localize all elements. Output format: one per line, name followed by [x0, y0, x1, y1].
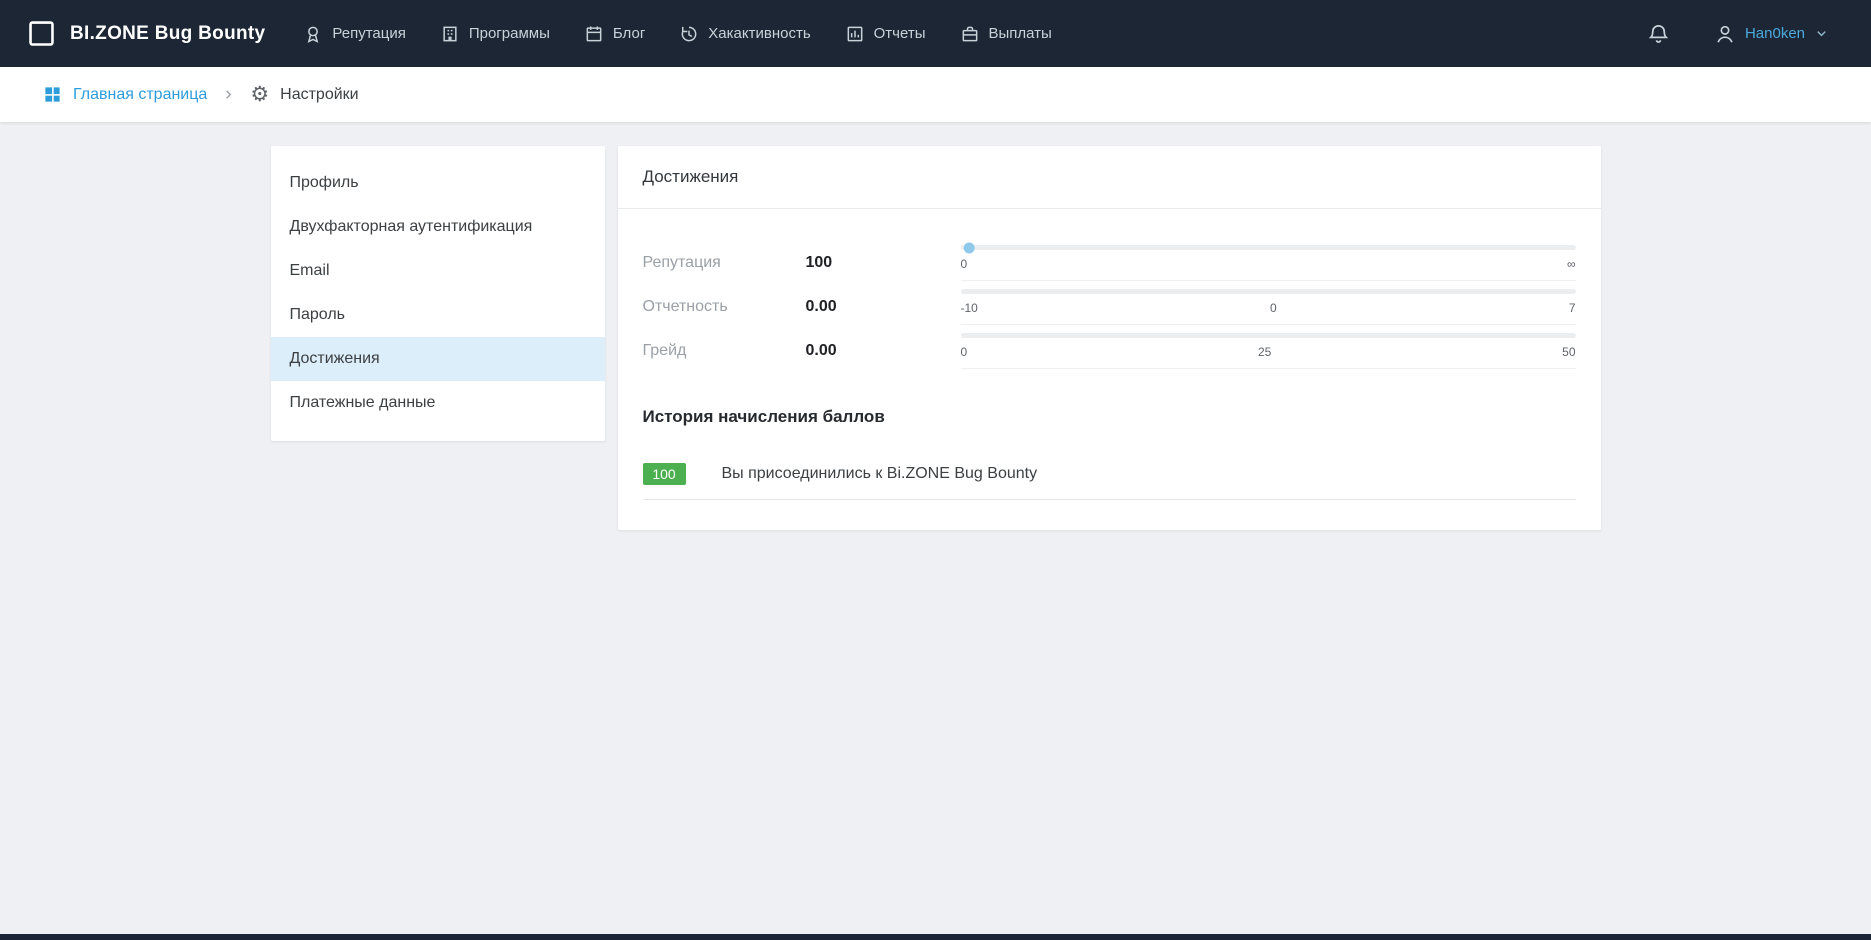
activity-icon — [679, 24, 699, 44]
reports-icon — [845, 24, 865, 44]
history-title: История начисления баллов — [643, 407, 1576, 427]
breadcrumb-home-label: Главная страница — [73, 86, 207, 104]
tick-mid: 0 — [1270, 301, 1277, 315]
scale-ticks: -10 0 7 — [961, 301, 1576, 315]
sidebar-item-profile[interactable]: Профиль — [271, 161, 605, 205]
chevron-down-icon — [1814, 26, 1829, 41]
nav-item-payouts[interactable]: Выплаты — [960, 24, 1052, 44]
reputation-scale: 0 ∞ — [961, 245, 1576, 281]
user-menu[interactable]: Han0ken — [1714, 23, 1829, 45]
programs-icon — [440, 24, 460, 44]
reporting-scale: -10 0 7 — [961, 289, 1576, 325]
username: Han0ken — [1745, 25, 1805, 42]
reputation-icon — [303, 24, 323, 44]
breadcrumb-current-label: Настройки — [280, 86, 358, 104]
nav-item-blog[interactable]: Блог — [584, 24, 645, 44]
tick-min: 0 — [961, 257, 968, 271]
breadcrumb-separator-icon — [223, 89, 234, 100]
metric-label: Отчетность — [643, 298, 806, 316]
sidebar-item-payment-data[interactable]: Платежные данные — [271, 381, 605, 425]
nav-item-label: Выплаты — [989, 25, 1052, 42]
footer-strip — [0, 934, 1871, 940]
metric-row-reputation: Репутация 100 0 ∞ — [643, 243, 1576, 283]
metrics-list: Репутация 100 0 ∞ — [643, 227, 1576, 371]
blog-icon — [584, 24, 604, 44]
bizone-logo-icon — [26, 18, 57, 49]
nav-item-label: Репутация — [332, 25, 405, 42]
user-icon — [1714, 23, 1736, 45]
settings-container: Профиль Двухфакторная аутентификация Ema… — [271, 146, 1601, 530]
brand-home-link[interactable]: BI.ZONE Bug Bounty — [26, 18, 265, 49]
metric-value: 0.00 — [806, 298, 961, 316]
panel-title: Достижения — [618, 146, 1601, 209]
payouts-icon — [960, 24, 980, 44]
dashboard-grid-icon — [43, 85, 62, 104]
tick-max: 7 — [1569, 301, 1576, 315]
nav-item-reputation[interactable]: Репутация — [303, 24, 405, 44]
points-badge: 100 — [643, 463, 686, 485]
breadcrumb-current: ⚙ Настройки — [250, 84, 358, 105]
main-content: Профиль Двухфакторная аутентификация Ema… — [0, 122, 1871, 934]
main-nav: Репутация Программы Блог Хакактивность — [303, 24, 1051, 44]
tick-min: -10 — [961, 301, 978, 315]
tick-max: 50 — [1562, 345, 1575, 359]
tick-min: 0 — [961, 345, 968, 359]
metric-label: Грейд — [643, 342, 806, 360]
grade-scale: 0 25 50 — [961, 333, 1576, 369]
nav-item-label: Отчеты — [874, 25, 926, 42]
gear-icon: ⚙ — [250, 84, 269, 105]
sidebar-item-achievements[interactable]: Достижения — [271, 337, 605, 381]
slider-track — [961, 245, 1576, 250]
panel-body: Репутация 100 0 ∞ — [618, 209, 1601, 530]
nav-item-label: Программы — [469, 25, 550, 42]
nav-item-activity[interactable]: Хакактивность — [679, 24, 810, 44]
scale-ticks: 0 25 50 — [961, 345, 1576, 359]
notifications-bell-icon[interactable] — [1647, 22, 1670, 45]
history-entry-text: Вы присоединились к Bi.ZONE Bug Bounty — [722, 465, 1038, 483]
scale-ticks: 0 ∞ — [961, 257, 1576, 271]
nav-item-label: Блог — [613, 25, 645, 42]
tick-max: ∞ — [1567, 257, 1576, 271]
achievements-panel: Достижения Репутация 100 0 — [618, 146, 1601, 530]
sidebar-item-email[interactable]: Email — [271, 249, 605, 293]
sidebar-item-two-factor[interactable]: Двухфакторная аутентификация — [271, 205, 605, 249]
metric-row-grade: Грейд 0.00 0 25 50 — [643, 331, 1576, 371]
brand-title: BI.ZONE Bug Bounty — [70, 23, 265, 45]
tick-mid: 25 — [1258, 345, 1271, 359]
slider-track — [961, 289, 1576, 294]
history-entry: 100 Вы присоединились к Bi.ZONE Bug Boun… — [643, 463, 1576, 500]
slider-track — [961, 333, 1576, 338]
settings-sidebar: Профиль Двухфакторная аутентификация Ema… — [271, 146, 605, 441]
slider-thumb — [963, 242, 974, 253]
nav-item-label: Хакактивность — [708, 25, 810, 42]
metric-label: Репутация — [643, 254, 806, 272]
nav-item-reports[interactable]: Отчеты — [845, 24, 926, 44]
navbar-right: Han0ken — [1647, 22, 1829, 45]
breadcrumb-home-link[interactable]: Главная страница — [43, 85, 207, 104]
metric-value: 0.00 — [806, 342, 961, 360]
metric-value: 100 — [806, 254, 961, 272]
page: BI.ZONE Bug Bounty Репутация Программы Б… — [0, 0, 1871, 940]
top-navbar: BI.ZONE Bug Bounty Репутация Программы Б… — [0, 0, 1871, 67]
sidebar-item-password[interactable]: Пароль — [271, 293, 605, 337]
metric-row-reporting: Отчетность 0.00 -10 0 7 — [643, 287, 1576, 327]
breadcrumb: Главная страница ⚙ Настройки — [0, 67, 1871, 122]
nav-item-programs[interactable]: Программы — [440, 24, 550, 44]
